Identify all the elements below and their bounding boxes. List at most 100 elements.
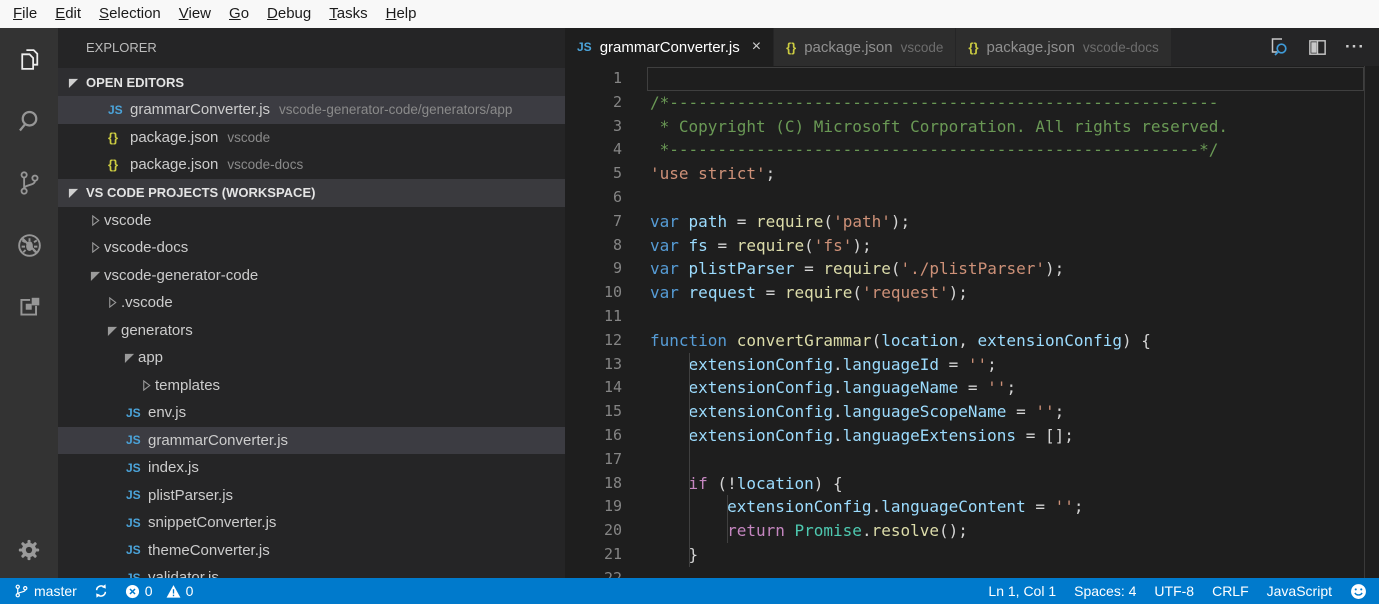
line-number: 13 (565, 353, 622, 377)
status-item-ln-1-col-1[interactable]: Ln 1, Col 1 (988, 583, 1056, 599)
code-line: 19 extensionConfig.languageContent = ''; (565, 495, 1379, 519)
status-item-crlf[interactable]: CRLF (1212, 583, 1249, 599)
source-control-icon[interactable] (0, 152, 58, 214)
tree-item[interactable]: JSplistParser.js (58, 482, 565, 510)
code-line: 14 extensionConfig.languageName = ''; (565, 376, 1379, 400)
line-number: 12 (565, 329, 622, 353)
code-line: 11 (565, 305, 1379, 329)
indent-guide (689, 543, 690, 567)
open-editor-name: package.json (130, 156, 218, 173)
menu-item-help[interactable]: Help (377, 0, 426, 28)
tab-package.json[interactable]: {}package.jsonvscode (774, 28, 956, 66)
tree-item[interactable]: generators (58, 317, 565, 345)
tree-item[interactable]: vscode-docs (58, 234, 565, 262)
code-line: 16 extensionConfig.languageExtensions = … (565, 424, 1379, 448)
indent-guide (727, 495, 728, 519)
tree-item[interactable]: JSgrammarConverter.js (58, 427, 565, 455)
search-icon[interactable] (0, 90, 58, 152)
open-editor-item[interactable]: {}package.jsonvscode-docs (58, 151, 565, 179)
menu-item-go[interactable]: Go (220, 0, 258, 28)
menu-item-tasks[interactable]: Tasks (320, 0, 376, 28)
tree-item-name: vscode-generator-code (104, 267, 258, 284)
tab-label: grammarConverter.js (600, 39, 740, 56)
line-content: /*--------------------------------------… (650, 91, 1218, 115)
tree-item[interactable]: JSenv.js (58, 399, 565, 427)
code-editor[interactable]: 12 /*------------------------------------… (565, 66, 1379, 578)
close-icon[interactable]: × (752, 39, 761, 55)
status-item-javascript[interactable]: JavaScript (1267, 583, 1332, 599)
status-item-utf-8[interactable]: UTF-8 (1154, 583, 1194, 599)
chevron-expanded-icon (68, 187, 82, 198)
chevron-collapsed-icon (141, 380, 155, 391)
tree-item-name: plistParser.js (148, 487, 233, 504)
tree-item[interactable]: JSindex.js (58, 454, 565, 482)
code-line: 12function convertGrammar(location, exte… (565, 329, 1379, 353)
tab-package.json[interactable]: {}package.jsonvscode-docs (956, 28, 1171, 66)
line-content: extensionConfig.languageScopeName = ''; (650, 400, 1064, 424)
open-editor-item[interactable]: JSgrammarConverter.jsvscode-generator-co… (58, 96, 565, 124)
feedback-smiley-icon[interactable] (1350, 583, 1367, 600)
tree-item[interactable]: JSthemeConverter.js (58, 537, 565, 565)
code-line: 22 (565, 567, 1379, 578)
tree-item-name: themeConverter.js (148, 542, 270, 559)
chevron-expanded-icon (124, 352, 138, 363)
menu-item-view[interactable]: View (170, 0, 220, 28)
json-file-icon: {} (108, 130, 130, 145)
tree-item-name: .vscode (121, 294, 173, 311)
open-editor-item[interactable]: {}package.jsonvscode (58, 124, 565, 152)
problems-status[interactable]: 0 0 (125, 583, 194, 599)
line-number: 15 (565, 400, 622, 424)
menu-item-selection[interactable]: Selection (90, 0, 170, 28)
line-content: *---------------------------------------… (650, 138, 1218, 162)
menu-item-file[interactable]: File (4, 0, 46, 28)
explorer-files-icon[interactable] (0, 28, 58, 90)
js-file-icon: JS (126, 543, 148, 557)
js-file-icon: JS (126, 488, 148, 502)
line-number: 9 (565, 257, 622, 281)
menu-item-debug[interactable]: Debug (258, 0, 320, 28)
more-actions-icon[interactable]: ··· (1343, 35, 1367, 59)
tree-item[interactable]: .vscode (58, 289, 565, 317)
git-branch-status[interactable]: master (14, 583, 77, 599)
chevron-collapsed-icon (107, 297, 121, 308)
debug-disabled-icon[interactable] (0, 214, 58, 276)
line-number: 7 (565, 210, 622, 234)
js-file-icon: JS (126, 461, 148, 475)
line-content: extensionConfig.languageId = ''; (650, 353, 997, 377)
tab-description: vscode (901, 40, 944, 55)
workspace-header[interactable]: VS CODE PROJECTS (WORKSPACE) (58, 179, 565, 207)
activity-bar (0, 28, 58, 578)
line-content: var plistParser = require('./plistParser… (650, 257, 1064, 281)
json-file-icon: {} (108, 157, 130, 172)
chevron-expanded-icon (107, 325, 121, 336)
extensions-icon[interactable] (0, 276, 58, 338)
status-item-spaces-4[interactable]: Spaces: 4 (1074, 583, 1136, 599)
line-number: 8 (565, 234, 622, 258)
code-line: 15 extensionConfig.languageScopeName = '… (565, 400, 1379, 424)
tree-item[interactable]: JSsnippetConverter.js (58, 509, 565, 537)
open-editors-header[interactable]: OPEN EDITORS (58, 68, 565, 96)
line-content: } (650, 543, 698, 567)
sync-button[interactable] (93, 583, 109, 599)
indent-guide (689, 472, 690, 496)
tree-item[interactable]: app (58, 344, 565, 372)
chevron-expanded-icon (68, 77, 82, 88)
split-editor-icon[interactable] (1305, 35, 1329, 59)
tree-item[interactable]: vscode-generator-code (58, 262, 565, 290)
tab-grammarConverter.js[interactable]: JSgrammarConverter.js× (565, 28, 774, 66)
tree-item[interactable]: vscode (58, 207, 565, 235)
tree-item[interactable]: templates (58, 372, 565, 400)
code-line: 20 return Promise.resolve(); (565, 519, 1379, 543)
tree-item-name: app (138, 349, 163, 366)
code-line: 10var request = require('request'); (565, 281, 1379, 305)
code-line: 8var fs = require('fs'); (565, 234, 1379, 258)
line-number: 10 (565, 281, 622, 305)
line-content: * Copyright (C) Microsoft Corporation. A… (650, 115, 1228, 139)
tree-item-name: snippetConverter.js (148, 514, 276, 531)
tree-item[interactable]: JSvalidator.js (58, 564, 565, 578)
settings-gear-icon[interactable] (0, 522, 58, 578)
file-search-icon[interactable] (1267, 35, 1291, 59)
menu-item-edit[interactable]: Edit (46, 0, 90, 28)
tabs: JSgrammarConverter.js×{}package.jsonvsco… (565, 28, 1172, 66)
code-line: 18 if (!location) { (565, 472, 1379, 496)
